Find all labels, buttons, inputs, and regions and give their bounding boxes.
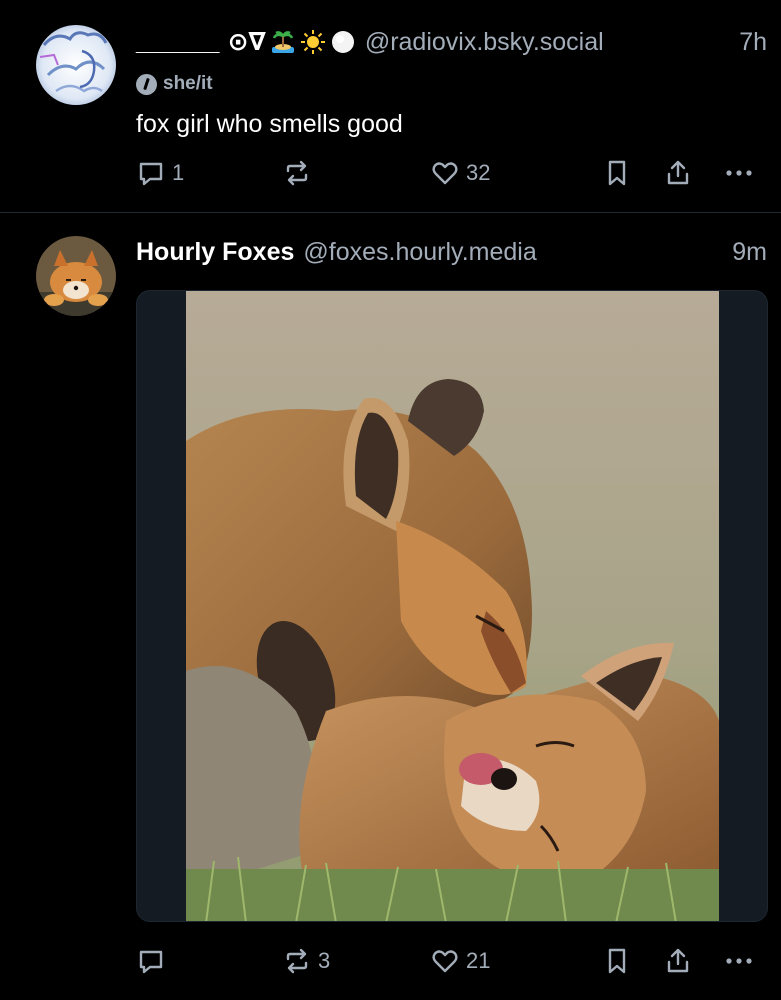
repost-icon [286,160,308,186]
display-name-text: ______ [136,27,220,56]
action-bar: 1 32 [136,156,761,190]
share-icon [667,948,689,973]
display-name[interactable]: ______ ⊙∇ [136,27,356,57]
display-name-symbols: ⊙∇ [227,28,266,56]
post-header: ______ ⊙∇ @radiovix.bsky.social 7h [136,25,767,59]
avatar-image [36,25,116,105]
heart-icon [432,950,458,973]
reply-icon [139,162,163,186]
post[interactable]: ______ ⊙∇ @radiovix.bsky.social 7h she/i… [0,0,781,213]
image-embed[interactable] [136,290,768,922]
reply-count: 1 [172,160,185,185]
action-bar: 3 21 [136,944,761,978]
heart-icon [432,162,458,185]
fox-photo[interactable] [186,291,719,922]
repost-button[interactable]: 3 [282,944,330,978]
avatar[interactable] [36,236,116,316]
avatar[interactable] [36,25,116,105]
bookmark-button[interactable] [602,944,632,978]
pronouns: she/it [136,73,213,95]
island-emoji [270,29,296,55]
share-button[interactable] [663,156,693,190]
share-button[interactable] [663,944,693,978]
reply-button[interactable]: 1 [136,156,184,190]
repost-icon [286,948,308,974]
like-button[interactable]: 21 [430,944,490,978]
sun-emoji [300,29,326,55]
share-icon [667,160,689,185]
timestamp[interactable]: 7h [739,28,767,57]
more-options-button[interactable] [723,156,755,190]
reply-button[interactable] [136,944,172,978]
like-count: 32 [466,160,491,185]
white-circle-emoji [330,29,356,55]
repost-button[interactable] [282,156,318,190]
display-name[interactable]: Hourly Foxes [136,238,294,267]
reply-icon [139,950,163,974]
handle[interactable]: @radiovix.bsky.social [365,28,604,57]
more-icon [726,958,752,964]
post[interactable]: Hourly Foxes @foxes.hourly.media 9m 3 21 [0,213,781,1000]
like-button[interactable]: 32 [430,156,490,190]
timestamp[interactable]: 9m [732,238,767,267]
bookmark-button[interactable] [602,156,632,190]
handle[interactable]: @foxes.hourly.media [303,238,536,267]
fox-avatar-image [36,236,116,316]
post-header: Hourly Foxes @foxes.hourly.media 9m [136,235,767,269]
pronouns-text: she/it [163,73,213,94]
bookmark-icon [608,948,626,974]
like-count: 21 [466,948,491,973]
post-text: fox girl who smells good [136,110,403,138]
pronoun-icon [136,73,157,95]
more-options-button[interactable] [723,944,755,978]
more-icon [726,170,752,176]
repost-count: 3 [318,948,331,973]
bookmark-icon [608,160,626,186]
